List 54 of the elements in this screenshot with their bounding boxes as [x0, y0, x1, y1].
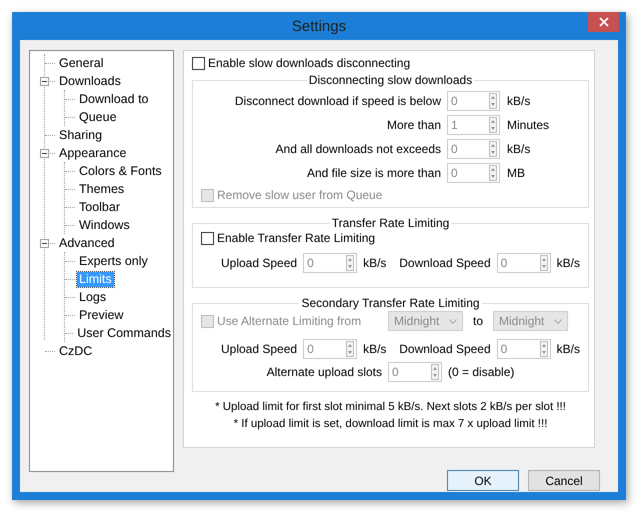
tree-item[interactable]: Logs: [77, 290, 108, 304]
window-title: Settings: [292, 18, 346, 34]
collapse-icon[interactable]: [40, 77, 49, 86]
field-label: Upload Speed: [221, 256, 298, 270]
field-label: And all downloads not exceeds: [274, 142, 441, 156]
field-label: Download Speed: [399, 256, 491, 270]
note-text: * Upload limit for first slot minimal 5 kB/s. Next slots 2 kB/s per slot !!!: [214, 400, 567, 415]
group-title: Secondary Transfer Rate Limiting: [300, 296, 481, 310]
tree-item[interactable]: Queue: [77, 110, 119, 124]
chevron-down-icon: [554, 318, 562, 324]
unit-label: Minutes: [507, 118, 550, 132]
tree-item[interactable]: Download to: [77, 92, 150, 106]
tree-item[interactable]: User Commands: [75, 326, 173, 340]
field-label: Alternate upload slots: [266, 365, 382, 379]
unit-label: kB/s: [507, 142, 532, 156]
checkbox-label[interactable]: Enable Transfer Rate Limiting: [217, 231, 376, 245]
unit-label: kB/s: [556, 342, 580, 356]
tree-item[interactable]: CzDC: [57, 344, 94, 358]
field-label: And file size is more than: [306, 166, 441, 180]
field-label: More than: [386, 118, 441, 132]
unit-label: kB/s: [363, 256, 386, 270]
tree-item[interactable]: Appearance: [57, 146, 128, 160]
group-title: Transfer Rate Limiting: [330, 216, 450, 230]
note-text: * If upload limit is set, download limit is max 7 x upload limit !!!: [232, 417, 548, 432]
tree-item[interactable]: Experts only: [77, 254, 150, 268]
dialog-button[interactable]: Cancel: [528, 470, 600, 491]
close-button[interactable]: [588, 12, 619, 32]
tree-item[interactable]: Sharing: [57, 128, 104, 142]
collapse-icon[interactable]: [40, 149, 49, 158]
field-label: Download Speed: [399, 342, 491, 356]
tree-item[interactable]: Themes: [77, 182, 126, 196]
field-label: Upload Speed: [221, 342, 298, 356]
field-label: Disconnect download if speed is below: [234, 94, 441, 108]
tree-item[interactable]: Windows: [77, 218, 132, 232]
tree-item[interactable]: Colors & Fonts: [77, 164, 164, 178]
tree-item[interactable]: Toolbar: [77, 200, 122, 214]
unit-label: kB/s: [363, 342, 386, 356]
to-label: to: [473, 314, 484, 328]
unit-label: (0 = disable): [448, 365, 514, 379]
chevron-down-icon: [449, 318, 457, 324]
checkbox[interactable]: [192, 56, 205, 70]
unit-label: MB: [507, 166, 526, 180]
collapse-icon[interactable]: [40, 239, 49, 248]
tree-item[interactable]: Downloads: [57, 74, 123, 88]
unit-label: kB/s: [507, 94, 532, 108]
tree-item[interactable]: General: [57, 56, 106, 70]
tree-item[interactable]: Advanced: [57, 236, 117, 250]
tree-item[interactable]: Preview: [77, 308, 126, 322]
close-icon: [598, 17, 608, 27]
group-title: Disconnecting slow downloads: [308, 73, 474, 87]
checkbox-label[interactable]: Enable slow downloads disconnecting: [208, 56, 410, 70]
checkbox[interactable]: [201, 232, 214, 244]
dialog-button[interactable]: OK: [447, 470, 519, 491]
unit-label: kB/s: [556, 256, 580, 270]
